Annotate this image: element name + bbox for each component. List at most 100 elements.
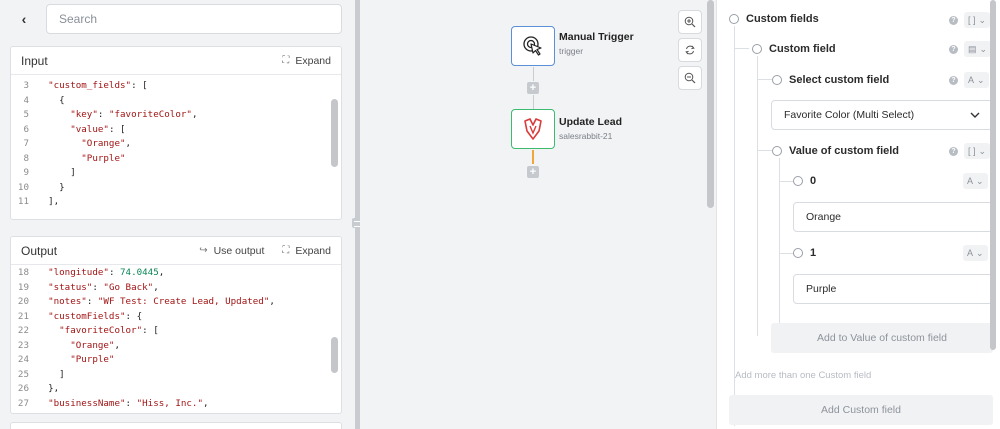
input-expand-button[interactable]: ⛶ Expand xyxy=(282,55,331,67)
output-code-view[interactable]: 18 "longitude": 74.0445, 19 "status": "Go… xyxy=(11,265,341,411)
code-text: "longitude": 74.0445, xyxy=(48,267,165,278)
update-lead-node[interactable] xyxy=(511,109,555,149)
code-line: 22 "favoriteColor": [ xyxy=(11,324,341,339)
code-line: 10 } xyxy=(11,181,341,196)
value-item-0-radio[interactable] xyxy=(793,176,803,186)
back-button[interactable]: ‹ xyxy=(10,4,38,34)
custom-field-row: Custom field xyxy=(752,43,836,55)
zoom-out-button[interactable] xyxy=(678,66,702,90)
code-text: ] xyxy=(37,167,76,178)
input-code-view[interactable]: 3 "custom_fields": [4 {5 "key": "favorit… xyxy=(11,75,341,210)
action-subtitle: salesrabbit-21 xyxy=(559,131,613,141)
select-custom-field-label: Select custom field xyxy=(789,74,890,86)
value-item-1-meta: A ⌄ xyxy=(963,245,988,261)
trigger-title: Manual Trigger xyxy=(559,31,634,43)
help-icon[interactable]: ? xyxy=(949,15,958,25)
chevron-down-icon xyxy=(970,112,980,118)
value-of-custom-field-meta: ? [ ] ⌄ xyxy=(949,143,991,159)
connector-line-active xyxy=(532,150,534,164)
add-step-button[interactable]: + xyxy=(527,82,539,94)
object-icon: ▤ xyxy=(968,43,977,54)
app-root: ‹ Input ⛶ Expand 3 "custom_fields": [4 {… xyxy=(0,0,1000,429)
custom-field-radio[interactable] xyxy=(752,44,762,54)
help-icon[interactable]: ? xyxy=(949,44,958,54)
line-number: 23 xyxy=(17,339,29,351)
code-line: 11 ], xyxy=(11,195,341,210)
output-panel-title: Output xyxy=(21,243,58,258)
line-number: 9 xyxy=(23,167,29,178)
chevron-down-icon: ⌄ xyxy=(979,43,988,54)
chevron-down-icon: ⌄ xyxy=(978,145,987,156)
code-line: 18 "longitude": 74.0445, xyxy=(11,266,341,281)
canvas-scrollbar[interactable] xyxy=(707,0,714,208)
code-line: 24 "Purple" xyxy=(11,353,341,368)
input-scrollbar[interactable] xyxy=(331,99,338,167)
code-text: "custom_fields": [ xyxy=(48,80,148,91)
help-icon[interactable]: ? xyxy=(949,146,958,156)
help-icon[interactable]: ? xyxy=(949,75,958,85)
type-array-chip[interactable]: [ ] ⌄ xyxy=(964,12,991,28)
line-number: 10 xyxy=(17,181,29,193)
code-text: ] xyxy=(37,368,65,380)
code-line: 6 "value": [ xyxy=(11,123,341,138)
add-step-button[interactable]: + xyxy=(527,166,539,178)
code-line: 4 { xyxy=(11,94,341,109)
output-scrollbar[interactable] xyxy=(331,337,338,373)
parameters-scrollbar[interactable] xyxy=(990,0,996,350)
zoom-out-icon xyxy=(684,72,696,84)
line-number: 19 xyxy=(17,281,29,293)
type-text-chip[interactable]: A ⌄ xyxy=(963,173,988,189)
code-text: "customFields": { xyxy=(48,310,143,322)
connector-line xyxy=(533,95,534,109)
value-item-1-input[interactable]: Purple xyxy=(793,274,993,304)
line-number: 26 xyxy=(17,383,29,394)
code-text: "favoriteColor": [ xyxy=(59,325,159,336)
workflow-canvas[interactable]: Manual Trigger trigger + Update Lead sal… xyxy=(360,0,714,429)
custom-fields-radio[interactable] xyxy=(729,14,739,24)
manual-trigger-node[interactable] xyxy=(511,26,555,66)
line-number: 6 xyxy=(23,123,29,135)
zoom-in-icon xyxy=(684,16,696,28)
value-radio[interactable] xyxy=(772,146,782,156)
io-panel: ‹ Input ⛶ Expand 3 "custom_fields": [4 {… xyxy=(0,0,352,429)
add-to-value-button[interactable]: Add to Value of custom field xyxy=(771,323,993,353)
output-expand-button[interactable]: ⛶ Expand xyxy=(282,245,331,257)
code-line: 20 "notes": "WF Test: Create Lead, Updat… xyxy=(11,295,341,310)
code-line: 21 "customFields": { xyxy=(11,310,341,325)
search-input[interactable] xyxy=(46,4,342,34)
zoom-in-button[interactable] xyxy=(678,10,702,34)
value-of-custom-field-row: Value of custom field xyxy=(772,145,899,157)
line-number: 24 xyxy=(17,354,29,365)
select-custom-field-radio[interactable] xyxy=(772,75,782,85)
text-type-icon: A xyxy=(968,75,975,85)
value-item-1-text: Purple xyxy=(806,283,837,295)
zoom-controls xyxy=(678,10,702,94)
tree-line xyxy=(757,150,772,151)
code-text: "key": "favoriteColor", xyxy=(70,109,198,120)
line-number: 27 xyxy=(17,397,29,409)
type-text-chip[interactable]: A ⌄ xyxy=(964,72,989,88)
custom-field-select-value: Favorite Color (Multi Select) xyxy=(784,109,915,121)
value-item-0-input[interactable]: Orange xyxy=(793,202,993,232)
chevron-left-icon: ‹ xyxy=(21,11,27,27)
array-icon: [ ] xyxy=(968,15,976,25)
value-item-0-label: 0 xyxy=(810,175,817,187)
chevron-down-icon: ⌄ xyxy=(976,175,984,186)
array-icon: [ ] xyxy=(968,146,976,156)
use-output-button[interactable]: ↪ Use output xyxy=(199,245,264,257)
parameters-panel: Custom fields ? [ ] ⌄ Custom field ? ▤ ⌄ S… xyxy=(716,0,1000,429)
search-row: ‹ xyxy=(10,4,342,34)
custom-field-select[interactable]: Favorite Color (Multi Select) xyxy=(771,100,993,130)
tree-line xyxy=(779,158,780,334)
reset-zoom-button[interactable] xyxy=(678,38,702,62)
value-item-1-radio[interactable] xyxy=(793,248,803,258)
select-custom-field-row: Select custom field xyxy=(772,74,889,86)
expand-icon: ⛶ xyxy=(282,245,290,256)
add-custom-field-button[interactable]: Add Custom field xyxy=(729,395,993,425)
line-number: 8 xyxy=(23,152,29,164)
output-panel-header: Output ↪ Use output ⛶ Expand xyxy=(11,237,341,265)
type-text-chip[interactable]: A ⌄ xyxy=(963,245,988,261)
type-object-chip[interactable]: ▤ ⌄ xyxy=(964,41,992,57)
type-array-chip[interactable]: [ ] ⌄ xyxy=(964,143,991,159)
code-text: "Purple" xyxy=(70,354,115,365)
